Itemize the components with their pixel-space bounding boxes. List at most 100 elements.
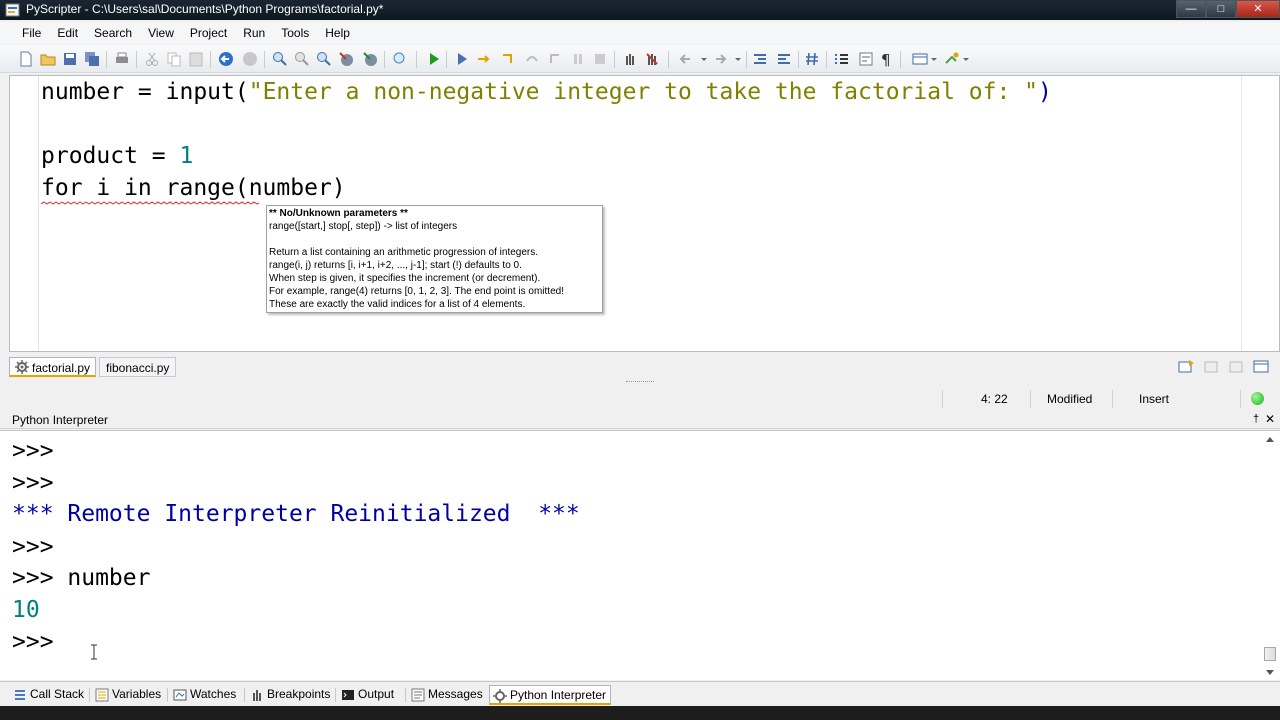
debug-search-icon[interactable] bbox=[392, 51, 408, 67]
bottom-tool-tabs: Call Stack Variables Watches Breakpoints… bbox=[0, 681, 1280, 706]
menu-help[interactable]: Help bbox=[317, 22, 358, 44]
svg-text:¶: ¶ bbox=[881, 51, 891, 67]
pause-icon[interactable] bbox=[570, 51, 586, 67]
call-tip-doc-line: range(i, j) returns [i, i+1, i+2, ..., j… bbox=[269, 260, 522, 271]
cursor-position: 4: 22 bbox=[981, 392, 1008, 406]
back-icon[interactable] bbox=[678, 51, 694, 67]
console-input-line: >>> number bbox=[12, 565, 151, 591]
breakpoints-icon bbox=[253, 690, 261, 701]
menu-tools[interactable]: Tools bbox=[273, 22, 317, 44]
new-file-icon[interactable] bbox=[18, 51, 34, 67]
gear-icon bbox=[15, 360, 29, 374]
messages-icon bbox=[411, 688, 425, 702]
replace-icon[interactable] bbox=[316, 51, 332, 67]
close-window-button[interactable]: ✕ bbox=[1236, 0, 1280, 18]
tab-label: Output bbox=[358, 687, 395, 701]
close-icon[interactable]: ✕ bbox=[1265, 412, 1275, 426]
editor-vertical-scrollbar[interactable] bbox=[1241, 76, 1279, 351]
scrollbar-thumb[interactable] bbox=[1264, 647, 1276, 661]
interpreter-status-icon bbox=[1251, 392, 1264, 405]
console-prompt: >>> bbox=[12, 438, 54, 464]
scroll-up-icon[interactable] bbox=[1265, 435, 1275, 443]
abort-icon[interactable] bbox=[592, 51, 608, 67]
minimize-button[interactable]: — bbox=[1176, 0, 1206, 18]
pin-icon[interactable]: † bbox=[1253, 413, 1259, 425]
copy-icon[interactable] bbox=[166, 51, 182, 67]
cut-icon[interactable] bbox=[144, 51, 160, 67]
layouts-dropdown-icon[interactable] bbox=[926, 51, 942, 67]
tab-call-stack[interactable]: Call Stack bbox=[10, 685, 88, 705]
special-chars-icon[interactable]: ¶ bbox=[878, 51, 894, 67]
modified-indicator: Modified bbox=[1047, 392, 1093, 406]
syntax-error-underline bbox=[41, 201, 259, 205]
code-line-3-code: product = bbox=[41, 143, 180, 169]
import-check-icon[interactable] bbox=[362, 51, 378, 67]
python-interpreter-console[interactable]: >>> >>> *** Remote Interpreter Reinitial… bbox=[0, 430, 1280, 680]
comment-icon[interactable] bbox=[804, 51, 820, 67]
tab-messages[interactable]: Messages bbox=[408, 685, 487, 705]
dedent-icon[interactable] bbox=[776, 51, 792, 67]
save-icon[interactable] bbox=[62, 51, 78, 67]
tab-python-interpreter[interactable]: Python Interpreter bbox=[489, 685, 612, 705]
close-tab-icon[interactable] bbox=[1228, 359, 1245, 374]
console-output: 10 bbox=[12, 597, 40, 623]
print-icon[interactable] bbox=[114, 51, 130, 67]
forward-icon[interactable] bbox=[712, 51, 728, 67]
menu-file[interactable]: File bbox=[14, 22, 49, 44]
forward-dropdown-icon[interactable] bbox=[730, 51, 746, 67]
menu-edit[interactable]: Edit bbox=[49, 22, 86, 44]
debug-icon[interactable] bbox=[454, 51, 470, 67]
tab-list-icon[interactable] bbox=[1178, 359, 1195, 374]
step-into-icon[interactable] bbox=[500, 51, 516, 67]
line-numbers-icon[interactable] bbox=[834, 51, 850, 67]
tab-watches[interactable]: Watches bbox=[170, 685, 240, 705]
tab-variables[interactable]: Variables bbox=[92, 685, 165, 705]
toggle-breakpoint-icon[interactable] bbox=[622, 51, 638, 67]
undo-icon[interactable] bbox=[218, 51, 234, 67]
step-out-icon[interactable] bbox=[548, 51, 564, 67]
document-tab-bar: factorial.py fibonacci.py bbox=[0, 355, 1280, 379]
window-bottom-edge bbox=[0, 706, 1280, 720]
code-editor[interactable]: number = input("Enter a non-negative int… bbox=[9, 75, 1280, 352]
call-tip-doc-line: Return a list containing an arithmetic p… bbox=[269, 247, 539, 258]
tab-factorial-py[interactable]: factorial.py bbox=[9, 357, 96, 377]
editor-gutter bbox=[10, 76, 39, 351]
menu-search[interactable]: Search bbox=[86, 22, 140, 44]
tab-output[interactable]: Output bbox=[338, 685, 398, 705]
scroll-down-icon[interactable] bbox=[1265, 669, 1275, 677]
tools-dropdown-icon[interactable] bbox=[958, 51, 974, 67]
clear-breakpoints-icon[interactable] bbox=[644, 51, 660, 67]
run-to-cursor-icon[interactable] bbox=[476, 51, 492, 67]
paste-icon[interactable] bbox=[188, 51, 204, 67]
back-dropdown-icon[interactable] bbox=[696, 51, 712, 67]
syntax-check-icon[interactable] bbox=[338, 51, 354, 67]
maximize-button[interactable]: □ bbox=[1206, 0, 1236, 18]
code-line-1-string: "Enter a non-negative integer to take th… bbox=[248, 79, 1039, 105]
tab-fibonacci-py[interactable]: fibonacci.py bbox=[99, 357, 177, 377]
panel-splitter[interactable] bbox=[626, 381, 654, 383]
step-over-icon[interactable] bbox=[524, 51, 540, 67]
find-next-icon[interactable] bbox=[294, 51, 310, 67]
menu-view[interactable]: View bbox=[140, 22, 182, 44]
code-line-4: for i in range(number) bbox=[41, 175, 346, 201]
window-title: PyScripter - C:\Users\sal\Documents\Pyth… bbox=[26, 2, 384, 16]
tab-label: Python Interpreter bbox=[510, 688, 607, 702]
indent-icon[interactable] bbox=[752, 51, 768, 67]
redo-icon[interactable] bbox=[242, 51, 258, 67]
menu-run[interactable]: Run bbox=[235, 22, 273, 44]
code-line-1: number = input("Enter a non-negative int… bbox=[41, 79, 1052, 105]
save-all-icon[interactable] bbox=[84, 51, 100, 67]
tab-label: factorial.py bbox=[32, 361, 91, 375]
run-icon[interactable] bbox=[426, 51, 442, 67]
find-icon[interactable] bbox=[272, 51, 288, 67]
console-vertical-scrollbar[interactable] bbox=[1262, 433, 1278, 679]
menu-bar: File Edit Search View Project Run Tools … bbox=[0, 22, 1280, 44]
menu-project[interactable]: Project bbox=[182, 22, 235, 44]
word-wrap-icon[interactable] bbox=[858, 51, 874, 67]
split-view-icon[interactable] bbox=[1253, 359, 1270, 374]
tab-breakpoints[interactable]: Breakpoints bbox=[247, 685, 334, 705]
code-line-3: product = 1 bbox=[41, 143, 193, 169]
open-folder-icon[interactable] bbox=[40, 51, 56, 67]
tab-label: Watches bbox=[190, 687, 237, 701]
new-tab-icon[interactable] bbox=[1203, 359, 1220, 374]
